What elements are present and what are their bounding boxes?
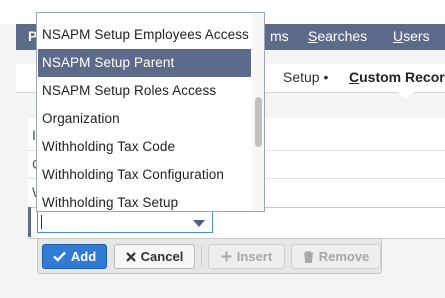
breadcrumb-setup[interactable]: Setup • xyxy=(283,69,328,85)
cancel-button[interactable]: Cancel xyxy=(114,244,195,269)
dropdown-option[interactable]: NSAPM Setup Employees Access xyxy=(38,21,251,49)
dropdown-option-selected[interactable]: NSAPM Setup Parent xyxy=(38,49,251,77)
dropdown-scrollbar-thumb[interactable] xyxy=(255,97,262,147)
dropdown-option[interactable]: Withholding Tax Code xyxy=(38,133,251,161)
nav-item-users[interactable]: Users xyxy=(393,28,430,44)
breadcrumb-setup-label: Setup xyxy=(283,69,320,85)
trash-icon xyxy=(303,250,314,263)
insert-button-label: Insert xyxy=(236,249,273,264)
plus-icon xyxy=(221,251,232,262)
nav-users-label: sers xyxy=(403,28,430,44)
text-caret xyxy=(41,215,42,229)
toolbar-divider xyxy=(201,245,202,267)
edit-row-marker xyxy=(28,207,31,237)
remove-button-label: Remove xyxy=(318,249,370,264)
breadcrumb-custom-label: ustom Recor xyxy=(359,69,445,85)
chevron-down-icon[interactable] xyxy=(193,220,205,227)
breadcrumb-custom-accesskey: C xyxy=(349,69,360,85)
dropdown-option[interactable]: NSAPM Setup Roles Access xyxy=(38,77,251,105)
nav-item-searches[interactable]: Searches xyxy=(308,28,367,44)
check-icon xyxy=(53,251,66,262)
record-type-select[interactable] xyxy=(37,211,213,233)
nav-searches-accesskey: S xyxy=(308,28,318,44)
add-button-label: Add xyxy=(70,249,97,264)
close-icon xyxy=(125,251,136,262)
remove-button[interactable]: Remove xyxy=(291,244,381,269)
record-type-dropdown[interactable]: NSAPM Setup Employees Access NSAPM Setup… xyxy=(36,12,265,212)
dropdown-option[interactable]: Withholding Tax Setup xyxy=(38,189,251,211)
dropdown-option[interactable]: Withholding Tax Configuration xyxy=(38,161,251,189)
nav-users-accesskey: U xyxy=(393,28,404,44)
breadcrumb-separator: • xyxy=(323,69,329,85)
dropdown-option[interactable]: Organization xyxy=(38,105,251,133)
cancel-button-label: Cancel xyxy=(140,249,184,264)
dropdown-option-partial[interactable]: NSAPM Setup Employees Access xyxy=(38,13,251,20)
nav-item-forms[interactable]: ms xyxy=(270,28,289,44)
add-button[interactable]: Add xyxy=(42,244,107,269)
nav-searches-label: earches xyxy=(317,28,368,44)
breadcrumb-notch xyxy=(397,91,415,99)
breadcrumb-custom-records[interactable]: Custom Recor xyxy=(349,69,445,85)
insert-button[interactable]: Insert xyxy=(208,244,285,269)
